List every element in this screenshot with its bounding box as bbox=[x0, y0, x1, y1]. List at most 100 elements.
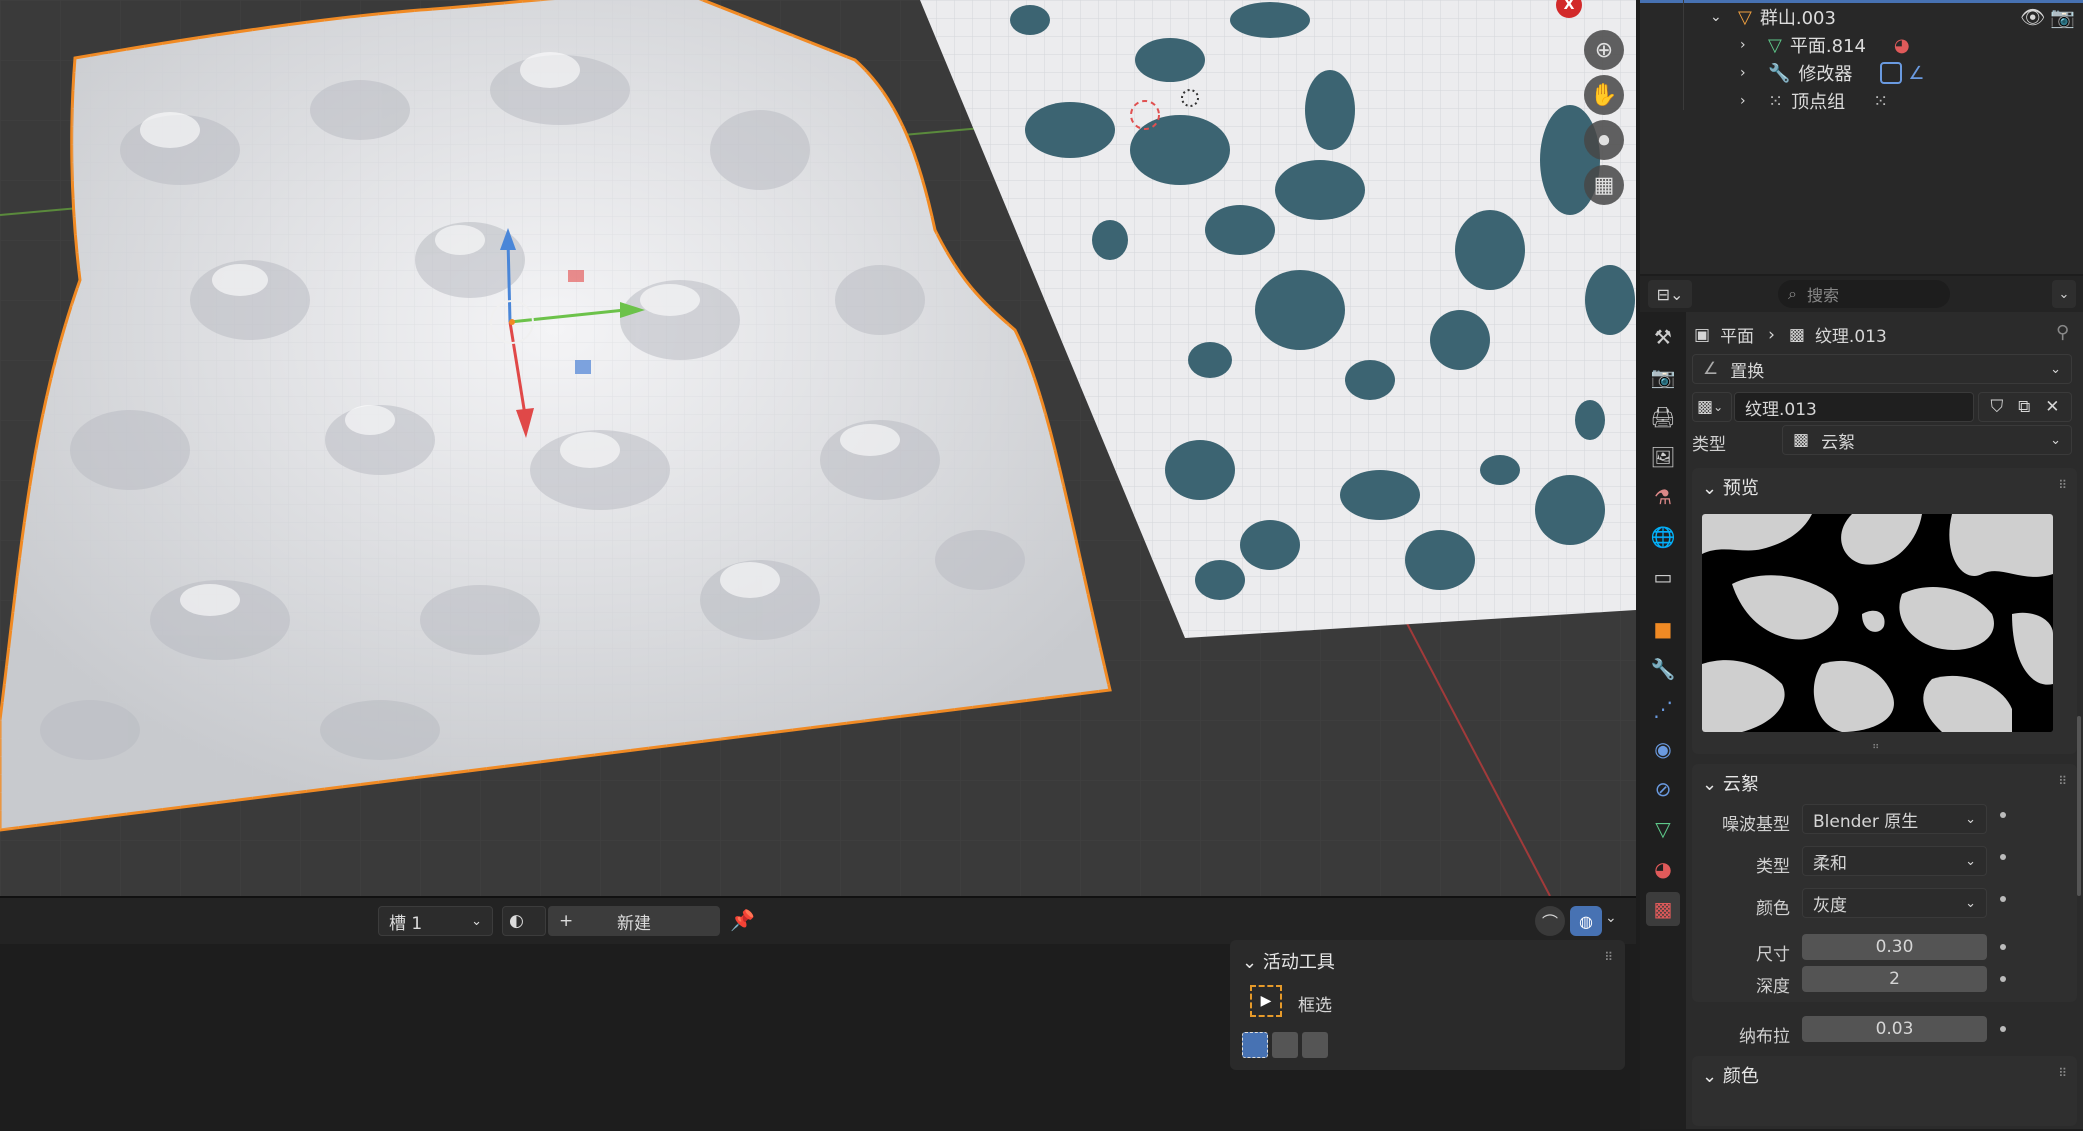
color-mode-dropdown[interactable]: 灰度 ⌄ bbox=[1802, 888, 1987, 918]
keyframe-dot-icon[interactable] bbox=[2000, 944, 2006, 950]
view-layer-tab-icon[interactable]: 🖼 bbox=[1646, 440, 1680, 474]
material-browse-button[interactable]: ◐ bbox=[502, 906, 546, 936]
keyframe-dot-icon[interactable] bbox=[2000, 812, 2006, 818]
material-sphere-icon: ◐ bbox=[509, 911, 524, 931]
render-tab-icon[interactable]: 📷 bbox=[1646, 360, 1680, 394]
texture-browse-button[interactable]: ▩ ⌄ bbox=[1692, 392, 1732, 422]
active-tool-header[interactable]: ⌄ 活动工具 bbox=[1242, 948, 1335, 974]
pan-hand-icon[interactable]: ✋ bbox=[1584, 75, 1624, 115]
constraints-tab-icon[interactable]: ⊘ bbox=[1646, 772, 1680, 806]
material-tab-icon[interactable]: ◕ bbox=[1646, 852, 1680, 886]
drag-handle-icon[interactable]: ⠿ bbox=[2058, 1066, 2067, 1080]
drag-handle-icon[interactable]: ⠿ bbox=[2058, 478, 2067, 492]
collection-tab-icon[interactable]: ▭ bbox=[1646, 560, 1680, 594]
perspective-grid-icon[interactable]: ▦ bbox=[1584, 165, 1624, 205]
vertex-group-icon[interactable]: ⁙ bbox=[1873, 91, 1888, 112]
texture-tab-icon[interactable]: ▩ bbox=[1646, 892, 1680, 926]
texture-type-dropdown[interactable]: ▩ 云絮 ⌄ bbox=[1782, 425, 2072, 455]
noise-basis-label: 噪波基型 bbox=[1722, 815, 1790, 835]
wrench-icon: 🔧 bbox=[1768, 62, 1791, 84]
chevron-right-icon[interactable]: › bbox=[1740, 37, 1760, 53]
camera-icon[interactable]: ⏺ bbox=[1584, 120, 1624, 160]
pin-icon[interactable]: 📌 bbox=[730, 908, 755, 932]
chevron-right-icon[interactable]: › bbox=[1740, 93, 1760, 109]
modifier-name: 置换 bbox=[1730, 361, 1765, 382]
tool-tab-icon[interactable]: ⚒ bbox=[1646, 320, 1680, 354]
checker-icon: ▩ bbox=[1697, 397, 1714, 417]
select-new-icon[interactable] bbox=[1242, 1032, 1268, 1058]
chevron-right-icon[interactable]: › bbox=[1740, 65, 1760, 81]
material-icon[interactable]: ◕ bbox=[1894, 35, 1910, 56]
eye-icon[interactable]: 👁 bbox=[2020, 5, 2045, 29]
keyframe-dot-icon[interactable] bbox=[2000, 976, 2006, 982]
chevron-down-icon[interactable]: ⌄ bbox=[1710, 9, 1730, 25]
chevron-down-icon: ⌄ bbox=[2050, 432, 2061, 448]
search-input[interactable]: ⌕ 搜索 bbox=[1778, 280, 1950, 308]
close-icon[interactable]: ✕ bbox=[2045, 397, 2059, 417]
shader-editor: 槽 1 ⌄ ◐ + 新建 📌 ⌒ ◍ ⌄ ⌄ 活动工具 ⠿ ▶ 框选 bbox=[0, 896, 1636, 1131]
shader-editor-header: 槽 1 ⌄ ◐ + 新建 📌 ⌒ ◍ ⌄ bbox=[0, 898, 1636, 944]
chevron-down-icon[interactable]: ⌄ bbox=[2052, 280, 2076, 308]
outliner-row-collection[interactable]: ⌄ ▽ 群山.003 bbox=[1710, 3, 1836, 31]
snap-icon[interactable]: ⌒ bbox=[1535, 906, 1565, 936]
keyframe-dot-icon[interactable] bbox=[2000, 896, 2006, 902]
outliner-row-modifiers[interactable]: › 🔧 修改器 ∠ bbox=[1740, 59, 1925, 87]
displace-modifier-icon[interactable]: ∠ bbox=[1908, 63, 1924, 84]
nabla-slider[interactable]: 0.03 bbox=[1802, 1016, 1987, 1042]
search-placeholder: 搜索 bbox=[1806, 286, 1839, 305]
drag-handle-icon[interactable]: ⠿ bbox=[2058, 774, 2067, 788]
keyframe-dot-icon[interactable] bbox=[2000, 854, 2006, 860]
keyframe-dot-icon[interactable] bbox=[2000, 1026, 2006, 1032]
modifier-toggle-icon[interactable] bbox=[1880, 62, 1903, 84]
chevron-down-icon: ⌄ bbox=[471, 913, 482, 929]
properties-scrollbar[interactable] bbox=[2077, 716, 2081, 896]
scene-tab-icon[interactable]: ⚗ bbox=[1646, 480, 1680, 514]
chevron-down-icon: ⌄ bbox=[1702, 1066, 1718, 1087]
mesh-icon: ▽ bbox=[1768, 34, 1782, 56]
select-subtract-icon[interactable] bbox=[1302, 1032, 1328, 1058]
clouds-header[interactable]: ⌄ 云絮 bbox=[1702, 770, 1759, 796]
outliner-row-mesh[interactable]: › ▽ 平面.814 ◕ bbox=[1740, 31, 1910, 59]
overlay-toggle-icon[interactable]: ◍ bbox=[1570, 906, 1602, 936]
depth-field[interactable]: 2 bbox=[1802, 966, 1987, 992]
fake-user-shield-icon[interactable]: ⛉ bbox=[1990, 397, 2003, 417]
world-tab-icon[interactable]: 🌐 bbox=[1646, 520, 1680, 554]
modifier-select-dropdown[interactable]: ∠ 置换 ⌄ bbox=[1692, 354, 2072, 384]
type-label: 类型 bbox=[1692, 435, 1726, 455]
noise-type-dropdown[interactable]: 柔和 ⌄ bbox=[1802, 846, 1987, 876]
new-label: 新建 bbox=[617, 913, 651, 934]
physics-tab-icon[interactable]: ◉ bbox=[1646, 732, 1680, 766]
3d-viewport[interactable]: X ⊕ ✋ ⏺ ▦ bbox=[0, 0, 1636, 896]
object-icon: ▣ bbox=[1694, 324, 1711, 345]
chevron-down-icon: ⌄ bbox=[1242, 952, 1258, 973]
zoom-icon[interactable]: ⊕ bbox=[1584, 30, 1624, 70]
noise-basis-dropdown[interactable]: Blender 原生 ⌄ bbox=[1802, 804, 1987, 834]
preview-panel: ⌄ 预览 ⠿ ⠶ bbox=[1692, 468, 2077, 754]
object-tab-icon[interactable]: ■ bbox=[1646, 612, 1680, 646]
particles-tab-icon[interactable]: ⋰ bbox=[1646, 692, 1680, 726]
colors-header[interactable]: ⌄ 颜色 bbox=[1702, 1062, 1759, 1088]
size-slider[interactable]: 0.30 bbox=[1802, 934, 1987, 960]
preview-header[interactable]: ⌄ 预览 bbox=[1702, 474, 1759, 500]
modifier-tab-icon[interactable]: 🔧 bbox=[1646, 652, 1680, 686]
mesh-data-icon: ▽ bbox=[1738, 6, 1752, 28]
new-material-button[interactable]: + 新建 bbox=[548, 906, 720, 936]
data-tab-icon[interactable]: ▽ bbox=[1646, 812, 1680, 846]
texture-name: 纹理.013 bbox=[1745, 399, 1817, 420]
slot-dropdown[interactable]: 槽 1 ⌄ bbox=[378, 906, 493, 936]
duplicate-icon[interactable]: ⧉ bbox=[2018, 397, 2030, 417]
box-select-icon[interactable]: ▶ bbox=[1250, 985, 1282, 1017]
output-tab-icon[interactable]: 🖨 bbox=[1646, 400, 1680, 434]
checker-icon: ▩ bbox=[1793, 430, 1810, 450]
camera-render-icon[interactable]: 📷 bbox=[2050, 5, 2075, 29]
outliner-label: 平面.814 bbox=[1789, 36, 1866, 57]
outliner-row-vertex-groups[interactable]: › ⁙ 顶点组 ⁙ bbox=[1740, 87, 1888, 115]
chevron-down-icon[interactable]: ⌄ bbox=[1605, 910, 1617, 926]
drag-handle-icon[interactable]: ⠿ bbox=[1604, 950, 1613, 964]
resize-handle-icon[interactable]: ⠶ bbox=[1872, 741, 1879, 752]
pin-icon[interactable]: ⚲ bbox=[2056, 322, 2069, 343]
editor-type-icon[interactable]: ⊟⌄ bbox=[1648, 280, 1692, 308]
texture-name-field[interactable]: 纹理.013 bbox=[1734, 392, 1974, 422]
select-extend-icon[interactable] bbox=[1272, 1032, 1298, 1058]
colors-title: 颜色 bbox=[1722, 1066, 1759, 1087]
